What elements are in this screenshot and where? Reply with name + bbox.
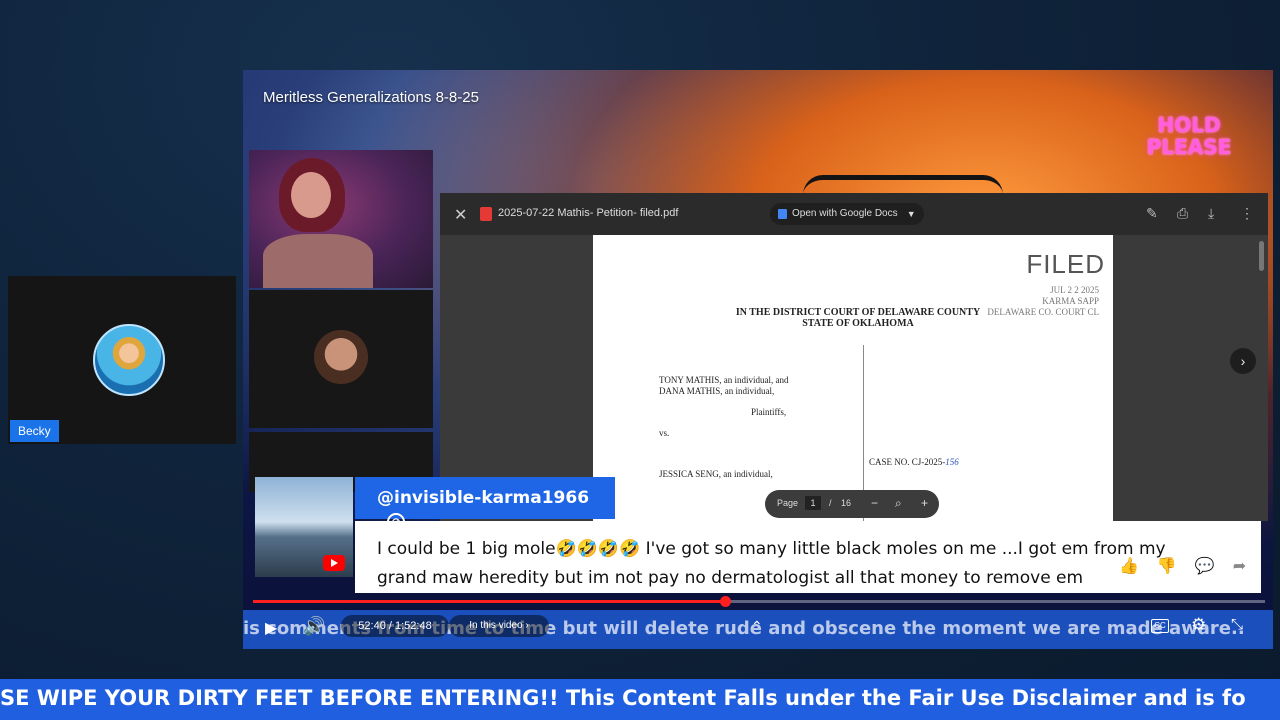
progress-fill: [253, 600, 725, 603]
progress-bar[interactable]: [253, 600, 1265, 603]
zoom-in-icon[interactable]: +: [921, 496, 928, 510]
zoom-fit-icon[interactable]: ⌕: [895, 496, 902, 511]
more-icon[interactable]: ⋮: [1240, 205, 1254, 222]
bottom-ticker-text: SE WIPE YOUR DIRTY FEET BEFORE ENTERING!…: [0, 686, 1246, 710]
gear-icon[interactable]: ⚙: [1191, 615, 1206, 635]
stamp-clerk: KARMA SAPP: [1042, 296, 1099, 306]
comment-line: grand maw heredity but im not pay no der…: [377, 568, 1084, 588]
page-label: Page: [777, 498, 799, 508]
video-title: Meritless Generalizations 8-8-25: [263, 89, 479, 106]
stamp-court: DELAWARE CO. COURT CL: [987, 307, 1099, 317]
please-label: PLEASE: [1146, 135, 1232, 159]
bottom-ticker: SE WIPE YOUR DIRTY FEET BEFORE ENTERING!…: [0, 679, 1280, 720]
chevron-up-icon[interactable]: ⌃: [751, 618, 763, 635]
chevron-down-icon[interactable]: ▼: [907, 203, 916, 225]
party-line: Plaintiffs,: [751, 407, 787, 417]
comment-thumbnail: [255, 477, 353, 577]
reply-icon[interactable]: 💬: [1195, 558, 1215, 575]
open-with-label: Open with Google Docs: [792, 208, 898, 219]
next-page-button[interactable]: ›: [1230, 348, 1256, 374]
thumbs-down-icon[interactable]: 👎: [1157, 558, 1177, 575]
party-line: vs.: [659, 428, 670, 438]
hold-please-badge: HOLD PLEASE: [1129, 114, 1249, 158]
court-line: STATE OF OKLAHOMA: [802, 318, 914, 329]
background-glasses: [803, 175, 1003, 195]
participant-name-label: Becky: [10, 420, 59, 442]
page-control: Page 1 / 16 − ⌕ +: [765, 490, 939, 518]
participant-body: [263, 234, 373, 288]
stamp-date: JUL 2 2 2025: [1050, 285, 1099, 295]
pdf-page: FILED JUL 2 2 2025 KARMA SAPP DELAWARE C…: [593, 235, 1113, 521]
page-total: 16: [841, 498, 852, 508]
filed-stamp-details: JUL 2 2 2025 KARMA SAPP DELAWARE CO. COU…: [987, 285, 1099, 318]
progress-scrubber[interactable]: [719, 596, 731, 607]
print-icon[interactable]: ⎙: [1177, 205, 1188, 222]
party-line: TONY MATHIS, an individual, and: [659, 375, 789, 385]
comment-username: @invisible-karma1966: [377, 488, 590, 508]
avatar: [93, 324, 165, 396]
participant-video-man[interactable]: [249, 290, 433, 428]
avatar: [314, 330, 368, 384]
close-icon[interactable]: ✕: [454, 205, 467, 225]
download-icon[interactable]: ⤓: [1208, 205, 1214, 222]
case-number-label: CASE NO. CJ-2025-: [869, 457, 946, 467]
hold-label: HOLD: [1157, 113, 1221, 137]
participant-tile[interactable]: [8, 276, 236, 444]
volume-icon[interactable]: 🔊: [303, 616, 325, 637]
chapter-label: In this video: [469, 620, 523, 631]
pdf-scrollbar[interactable]: [1259, 241, 1264, 271]
pdf-filename: 2025-07-22 Mathis- Petition- filed.pdf: [498, 207, 679, 219]
google-docs-icon: [778, 209, 787, 219]
pdf-toolbar: ✕ 2025-07-22 Mathis- Petition- filed.pdf…: [440, 193, 1268, 235]
court-heading: IN THE DISTRICT COURT OF DELAWARE COUNTY…: [713, 307, 1003, 329]
play-icon[interactable]: ▶: [265, 618, 277, 638]
chapter-button[interactable]: In this video ›: [449, 615, 549, 637]
court-line: IN THE DISTRICT COURT OF DELAWARE COUNTY: [735, 307, 981, 318]
case-number: CASE NO. CJ-2025-156: [869, 457, 959, 467]
comment-line: I could be 1 big mole🤣🤣🤣🤣 I've got so ma…: [377, 539, 1166, 559]
youtube-logo-icon: [323, 555, 345, 571]
zoom-out-icon[interactable]: −: [871, 496, 878, 510]
case-number-handwritten: 156: [945, 457, 959, 467]
comment-username-bar: @invisible-karma1966⊘: [355, 477, 615, 531]
participant-face: [291, 172, 331, 218]
thumbs-up-icon[interactable]: 👍: [1119, 558, 1139, 575]
video-player[interactable]: Meritless Generalizations 8-8-25 HOLD PL…: [243, 70, 1273, 649]
participant-video-woman[interactable]: [249, 150, 433, 288]
filed-stamp: FILED: [1026, 249, 1105, 279]
comment-actions: 👍 👎 💬 ➦: [1119, 556, 1264, 576]
time-display: 52:40 / 1:52:48: [341, 615, 449, 637]
open-with-google-docs-button[interactable]: Open with Google Docs ▼: [770, 203, 924, 225]
party-line: DANA MATHIS, an individual,: [659, 386, 775, 396]
pdf-viewer: ✕ 2025-07-22 Mathis- Petition- filed.pdf…: [440, 193, 1268, 521]
exit-fullscreen-icon[interactable]: ⤡: [1231, 616, 1243, 633]
page-number-input[interactable]: 1: [805, 496, 821, 510]
party-line: JESSICA SENG, an individual,: [659, 469, 773, 479]
pdf-file-icon: [480, 207, 492, 221]
share-icon[interactable]: ➦: [1233, 558, 1246, 575]
page-separator: /: [829, 498, 832, 508]
edit-icon[interactable]: ✎: [1146, 205, 1158, 222]
captions-icon[interactable]: CC: [1151, 619, 1169, 633]
party-block: TONY MATHIS, an individual, and DANA MAT…: [659, 375, 789, 480]
